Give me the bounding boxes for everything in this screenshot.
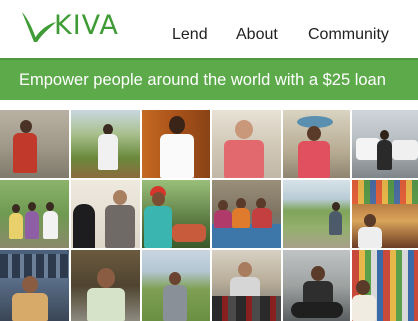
borrower-photo[interactable] bbox=[142, 250, 210, 321]
borrower-photo[interactable] bbox=[212, 250, 281, 321]
borrower-photo[interactable] bbox=[283, 110, 350, 178]
borrower-photo[interactable] bbox=[142, 110, 210, 178]
borrower-photo[interactable] bbox=[0, 250, 69, 321]
kiva-logo-text: KIVA bbox=[54, 10, 119, 41]
tagline-text: Empower people around the world with a $… bbox=[19, 70, 386, 89]
borrower-photo[interactable] bbox=[71, 250, 140, 321]
borrower-photo[interactable] bbox=[352, 110, 418, 178]
borrower-photo[interactable] bbox=[283, 180, 350, 248]
borrower-photo[interactable] bbox=[283, 250, 350, 321]
kiva-logo[interactable]: KIVA bbox=[18, 8, 118, 46]
borrower-photo[interactable] bbox=[0, 180, 69, 248]
borrower-photo[interactable] bbox=[212, 110, 281, 178]
borrower-photo[interactable] bbox=[352, 180, 418, 248]
borrower-photo[interactable] bbox=[142, 180, 210, 248]
nav-about[interactable]: About bbox=[236, 26, 278, 44]
borrower-photo[interactable] bbox=[212, 180, 281, 248]
borrower-photo[interactable] bbox=[0, 110, 69, 178]
borrower-photo[interactable] bbox=[352, 250, 418, 321]
tagline-banner[interactable]: Empower people around the world with a $… bbox=[0, 58, 418, 100]
site-header: KIVA Lend About Community bbox=[0, 0, 418, 56]
nav-lend[interactable]: Lend bbox=[172, 26, 208, 44]
borrower-photo[interactable] bbox=[71, 110, 140, 178]
kiva-leaf-icon bbox=[22, 12, 56, 42]
nav-community[interactable]: Community bbox=[308, 26, 389, 44]
kiva-page: KIVA Lend About Community Empower people… bbox=[0, 0, 418, 321]
borrower-photo[interactable] bbox=[71, 180, 140, 248]
borrower-photo-grid bbox=[0, 110, 418, 321]
